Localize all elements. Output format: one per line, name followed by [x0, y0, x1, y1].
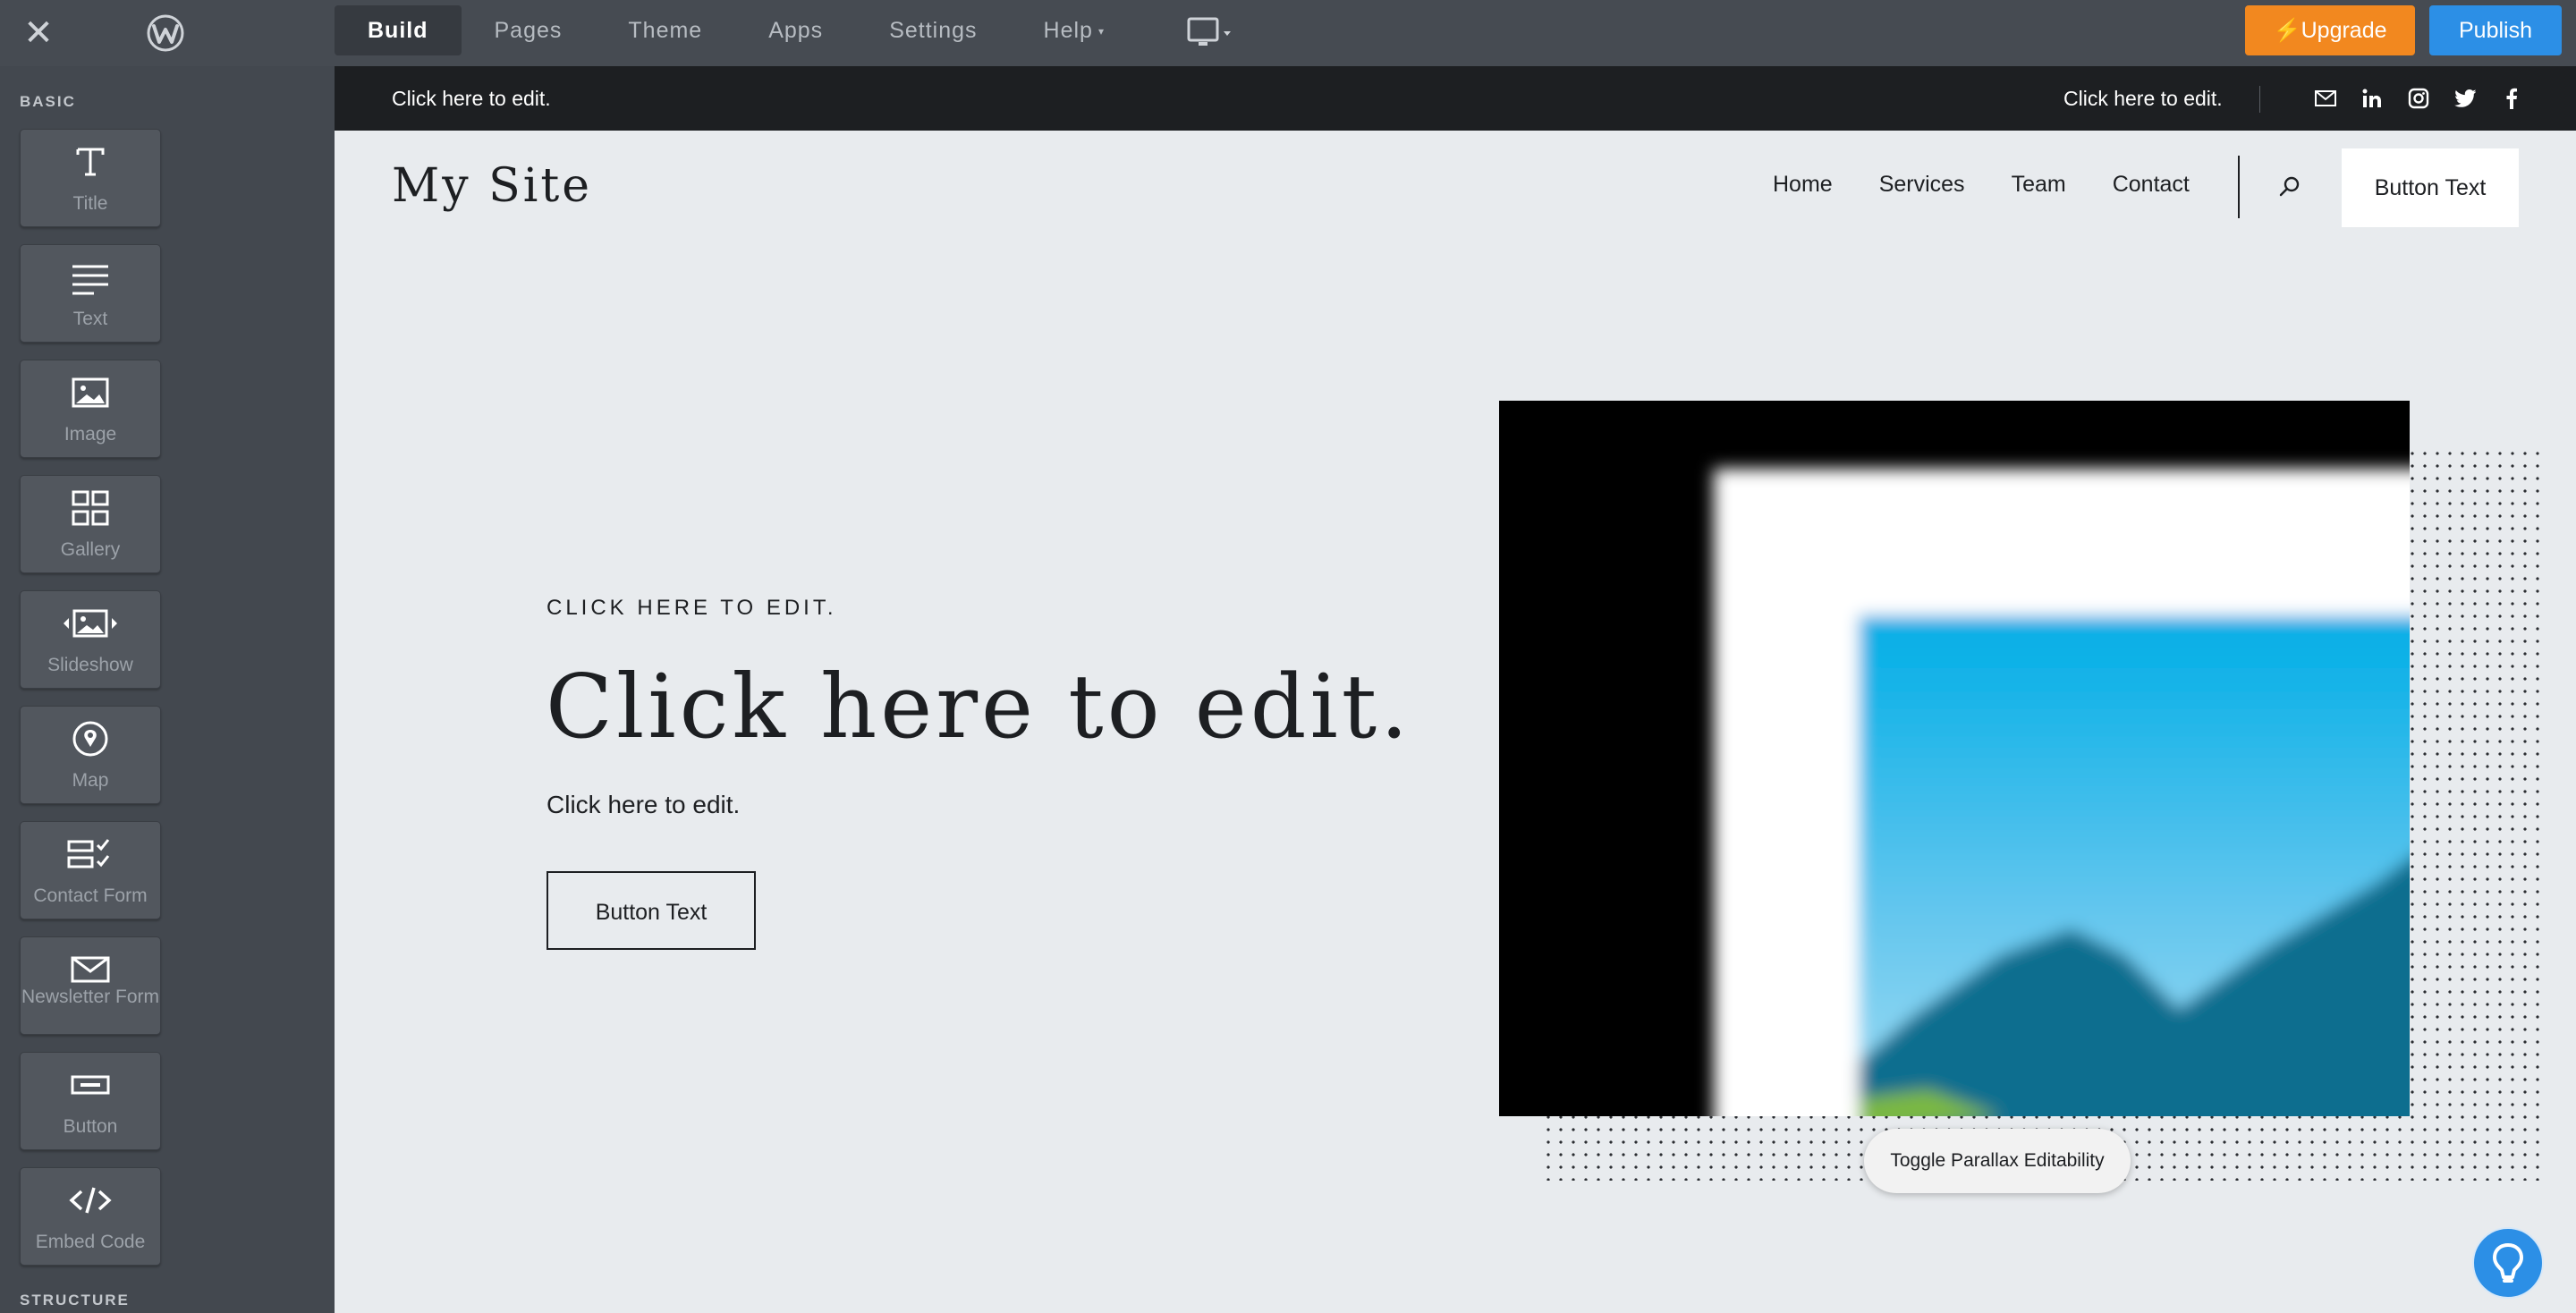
title-icon [76, 148, 105, 176]
tab-settings-label: Settings [889, 18, 978, 43]
element-gallery[interactable]: Gallery [20, 475, 161, 573]
element-slideshow-label: Slideshow [47, 655, 133, 675]
publish-button[interactable]: Publish [2429, 5, 2562, 55]
button-icon [71, 1075, 110, 1095]
twitter-icon[interactable] [2453, 86, 2478, 111]
tab-pages-label: Pages [494, 18, 563, 43]
hero-button[interactable]: Button Text [547, 871, 756, 950]
site-canvas: Click here to edit. Click here to edit. … [335, 66, 2576, 1313]
tab-apps[interactable]: Apps [735, 5, 856, 55]
element-image[interactable]: Image [20, 360, 161, 458]
element-text-label: Text [72, 309, 108, 329]
site-nav: Home Services Team Contact [1773, 172, 2236, 198]
nav-contact[interactable]: Contact [2113, 172, 2190, 198]
element-image-label: Image [64, 424, 117, 445]
upgrade-button[interactable]: ⚡Upgrade [2245, 5, 2415, 55]
image-icon [72, 377, 109, 408]
element-button[interactable]: Button [20, 1052, 161, 1150]
hero-image-placeholder [1499, 401, 2410, 1116]
tab-theme-label: Theme [628, 18, 703, 43]
desktop-monitor-icon[interactable] [1186, 16, 1233, 50]
element-contact-form-label: Contact Form [33, 885, 148, 906]
tab-settings[interactable]: Settings [856, 5, 1010, 55]
social-icons [2313, 86, 2524, 111]
element-gallery-label: Gallery [60, 539, 121, 560]
element-newsletter-form-label: Newsletter Form [21, 987, 160, 1007]
upgrade-label: Upgrade [2301, 18, 2387, 43]
help-lightbulb-button[interactable] [2472, 1227, 2544, 1299]
lightbulb-icon [2493, 1243, 2523, 1283]
element-embed-code[interactable]: Embed Code [20, 1167, 161, 1266]
gallery-icon [72, 490, 109, 526]
tab-pages[interactable]: Pages [462, 5, 596, 55]
editor-topbar: ✕ Build Pages Theme Apps Settings Help ▾ … [0, 0, 2576, 66]
toggle-parallax-button[interactable]: Toggle Parallax Editability [1864, 1129, 2131, 1193]
nav-divider [2238, 156, 2240, 218]
element-newsletter-form[interactable]: Newsletter Form [20, 936, 161, 1035]
tab-build[interactable]: Build [335, 5, 462, 55]
hero-subtitle[interactable]: Click here to edit. [547, 791, 740, 819]
site-topbar-right-text[interactable]: Click here to edit. [2063, 66, 2223, 131]
editor-tabs: Build Pages Theme Apps Settings Help ▾ [335, 5, 1138, 55]
nav-team[interactable]: Team [2012, 172, 2066, 198]
tab-help[interactable]: Help ▾ [1011, 5, 1138, 55]
map-pin-icon [72, 721, 108, 757]
slideshow-icon [64, 609, 117, 638]
tab-build-label: Build [368, 18, 428, 43]
weebly-logo-icon[interactable] [145, 14, 186, 52]
elements-sidebar: BASIC Title Text Image Gallery Slideshow… [0, 66, 335, 1313]
site-topbar-left-text[interactable]: Click here to edit. [392, 66, 551, 131]
section-structure-label: STRUCTURE [20, 1292, 130, 1309]
element-embed-code-label: Embed Code [35, 1232, 146, 1252]
element-contact-form[interactable]: Contact Form [20, 821, 161, 919]
contact-form-icon [67, 839, 110, 868]
element-button-label: Button [63, 1116, 118, 1137]
envelope-icon [71, 956, 110, 983]
social-divider [2259, 86, 2260, 113]
element-title-label: Title [72, 193, 108, 214]
instagram-icon[interactable] [2406, 86, 2431, 111]
tab-apps-label: Apps [768, 18, 824, 43]
lightning-icon: ⚡ [2273, 18, 2301, 43]
linkedin-icon[interactable] [2360, 86, 2385, 111]
header-cta-button[interactable]: Button Text [2342, 148, 2519, 227]
element-text[interactable]: Text [20, 244, 161, 343]
tab-help-label: Help [1043, 18, 1093, 43]
element-slideshow[interactable]: Slideshow [20, 590, 161, 689]
tab-theme[interactable]: Theme [595, 5, 735, 55]
element-title[interactable]: Title [20, 129, 161, 227]
element-map[interactable]: Map [20, 706, 161, 804]
nav-home[interactable]: Home [1773, 172, 1833, 198]
hero-eyebrow[interactable]: CLICK HERE TO EDIT. [547, 596, 837, 621]
nav-services[interactable]: Services [1879, 172, 1965, 198]
search-icon[interactable] [2275, 174, 2302, 200]
close-editor-button[interactable]: ✕ [18, 13, 59, 54]
section-basic-label: BASIC [20, 93, 76, 110]
close-icon: ✕ [23, 13, 54, 53]
site-top-bar: Click here to edit. Click here to edit. [335, 66, 2576, 131]
hero-title[interactable]: Click here to edit. [546, 656, 1411, 758]
publish-label: Publish [2459, 18, 2532, 43]
text-icon [72, 265, 108, 295]
chevron-down-icon: ▾ [1097, 25, 1105, 38]
element-map-label: Map [72, 770, 109, 791]
facebook-icon[interactable] [2499, 86, 2524, 111]
code-icon [69, 1187, 112, 1214]
mail-icon[interactable] [2313, 86, 2338, 111]
hero-image[interactable] [1499, 401, 2410, 1116]
site-title[interactable]: My Site [392, 159, 592, 213]
